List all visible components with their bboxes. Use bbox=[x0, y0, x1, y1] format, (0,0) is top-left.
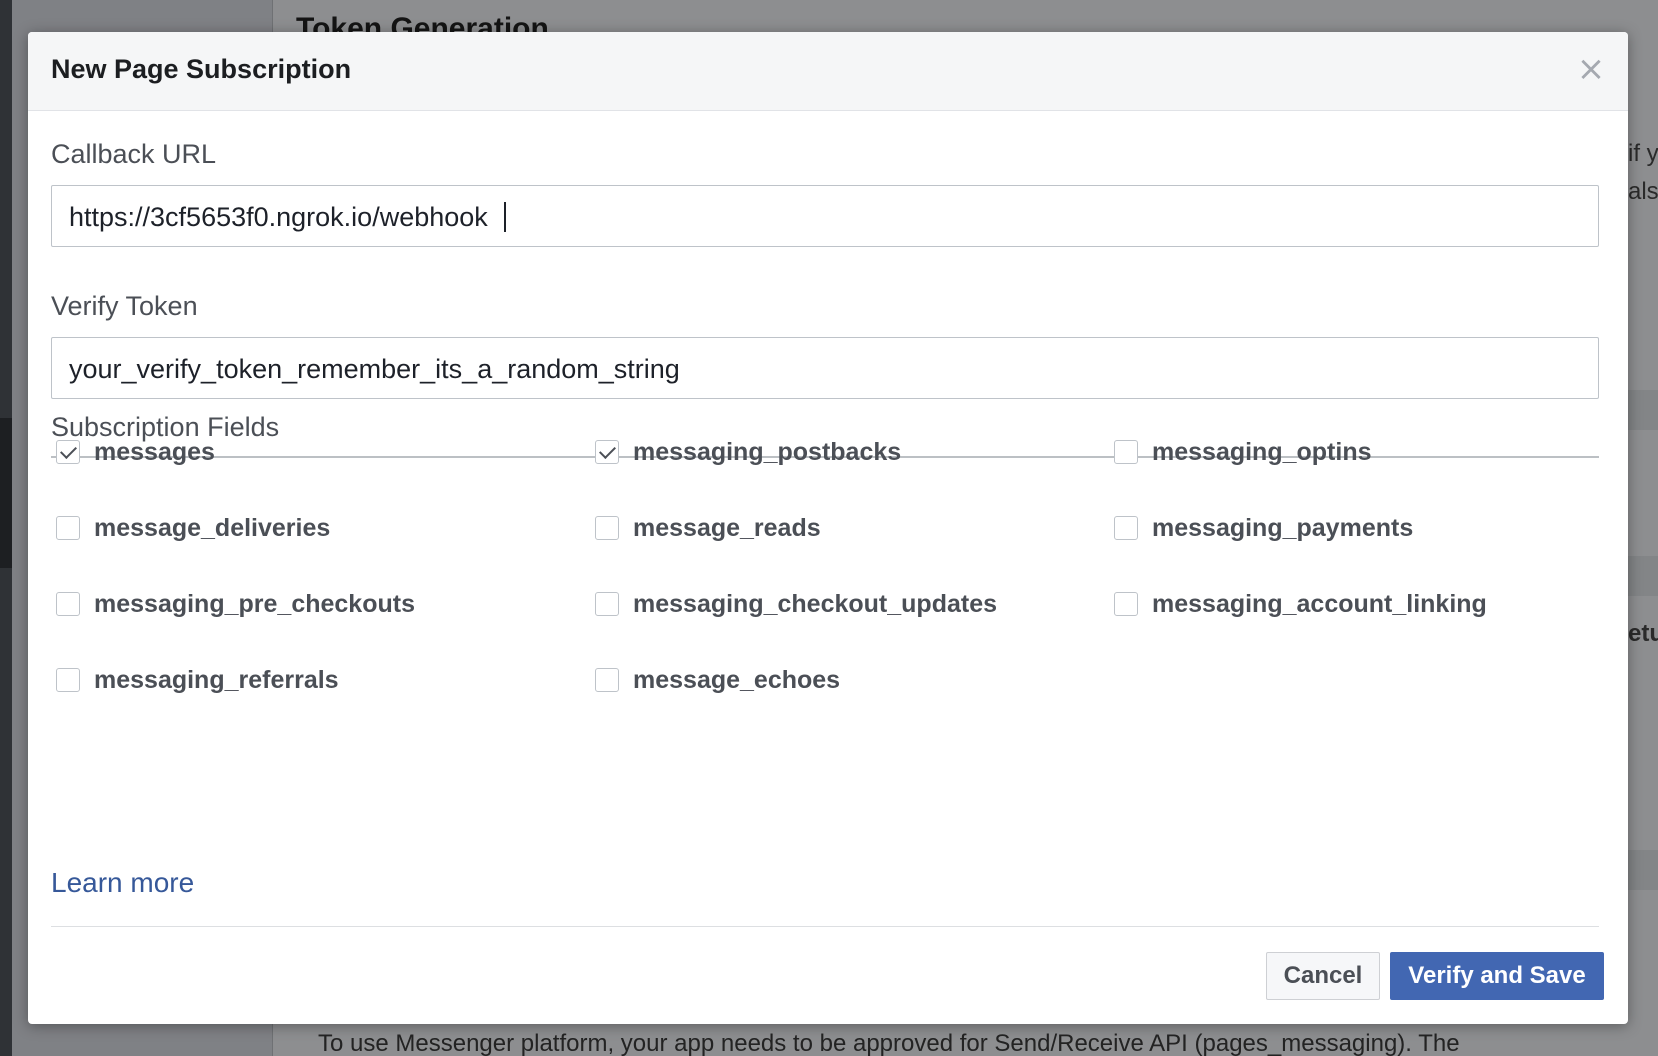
background-strip bbox=[1628, 850, 1658, 890]
subscription-field-message-reads[interactable]: message_reads bbox=[595, 513, 821, 543]
dialog-header: New Page Subscription × bbox=[28, 32, 1628, 111]
subscription-field-messaging-optins[interactable]: messaging_optins bbox=[1114, 437, 1372, 467]
checkbox-messaging-account-linking[interactable] bbox=[1114, 592, 1138, 616]
verify-token-value: your_verify_token_remember_its_a_random_… bbox=[69, 354, 680, 384]
subscription-field-label: messaging_referrals bbox=[94, 665, 339, 694]
background-text-fragment: etu bbox=[1628, 620, 1658, 647]
checkbox-messaging-payments[interactable] bbox=[1114, 516, 1138, 540]
subscription-field-messaging-postbacks[interactable]: messaging_postbacks bbox=[595, 437, 901, 467]
subscription-field-label: messages bbox=[94, 437, 215, 466]
checkbox-messaging-pre-checkouts[interactable] bbox=[56, 592, 80, 616]
subscription-field-messaging-account-linking[interactable]: messaging_account_linking bbox=[1114, 589, 1487, 619]
verify-token-input[interactable]: your_verify_token_remember_its_a_random_… bbox=[51, 337, 1599, 399]
checkbox-messaging-checkout-updates[interactable] bbox=[595, 592, 619, 616]
subscription-field-label: messaging_optins bbox=[1152, 437, 1372, 466]
checkbox-messaging-referrals[interactable] bbox=[56, 668, 80, 692]
background-edge-band bbox=[0, 418, 12, 568]
subscription-field-message-deliveries[interactable]: message_deliveries bbox=[56, 513, 330, 543]
verify-and-save-button[interactable]: Verify and Save bbox=[1390, 952, 1604, 1000]
checkbox-messaging-optins[interactable] bbox=[1114, 440, 1138, 464]
subscription-field-label: messaging_pre_checkouts bbox=[94, 589, 415, 618]
background-footer-text: To use Messenger platform, your app need… bbox=[318, 1030, 1460, 1056]
text-caret bbox=[503, 201, 506, 232]
subscription-field-messaging-payments[interactable]: messaging_payments bbox=[1114, 513, 1413, 543]
learn-more-link[interactable]: Learn more bbox=[51, 867, 194, 899]
subscription-field-label: message_reads bbox=[633, 513, 821, 542]
callback-url-value: https://3cf5653f0.ngrok.io/webhook bbox=[69, 202, 488, 232]
checkbox-messages[interactable] bbox=[56, 440, 80, 464]
checkbox-message-deliveries[interactable] bbox=[56, 516, 80, 540]
background-strip bbox=[1628, 556, 1658, 596]
checkbox-message-echoes[interactable] bbox=[595, 668, 619, 692]
subscription-field-label: messaging_payments bbox=[1152, 513, 1414, 542]
background-text-fragment: als bbox=[1628, 178, 1658, 205]
subscription-field-label: message_deliveries bbox=[94, 513, 331, 542]
verify-token-label: Verify Token bbox=[51, 291, 198, 321]
subscription-field-messaging-checkout-updates[interactable]: messaging_checkout_updates bbox=[595, 589, 997, 619]
subscription-field-messaging-pre-checkouts[interactable]: messaging_pre_checkouts bbox=[56, 589, 415, 619]
callback-url-label: Callback URL bbox=[51, 139, 217, 169]
dialog-title: New Page Subscription bbox=[51, 54, 352, 84]
subscription-field-messaging-referrals[interactable]: messaging_referrals bbox=[56, 665, 339, 695]
background-text-fragment: if y bbox=[1628, 140, 1658, 167]
subscription-field-label: message_echoes bbox=[633, 665, 841, 694]
new-page-subscription-dialog: New Page Subscription × Callback URL htt… bbox=[28, 32, 1628, 1024]
subscription-field-label: messaging_checkout_updates bbox=[633, 589, 998, 618]
subscription-field-message-echoes[interactable]: message_echoes bbox=[595, 665, 840, 695]
checkbox-message-reads[interactable] bbox=[595, 516, 619, 540]
subscription-field-messages[interactable]: messages bbox=[56, 437, 215, 467]
cancel-button[interactable]: Cancel bbox=[1266, 952, 1380, 1000]
footer-divider bbox=[51, 926, 1599, 927]
checkbox-messaging-postbacks[interactable] bbox=[595, 440, 619, 464]
background-strip bbox=[1628, 390, 1658, 430]
close-icon[interactable]: × bbox=[1576, 52, 1606, 86]
subscription-field-label: messaging_account_linking bbox=[1152, 589, 1487, 618]
callback-url-input[interactable]: https://3cf5653f0.ngrok.io/webhook bbox=[51, 185, 1599, 247]
subscription-field-label: messaging_postbacks bbox=[633, 437, 902, 466]
